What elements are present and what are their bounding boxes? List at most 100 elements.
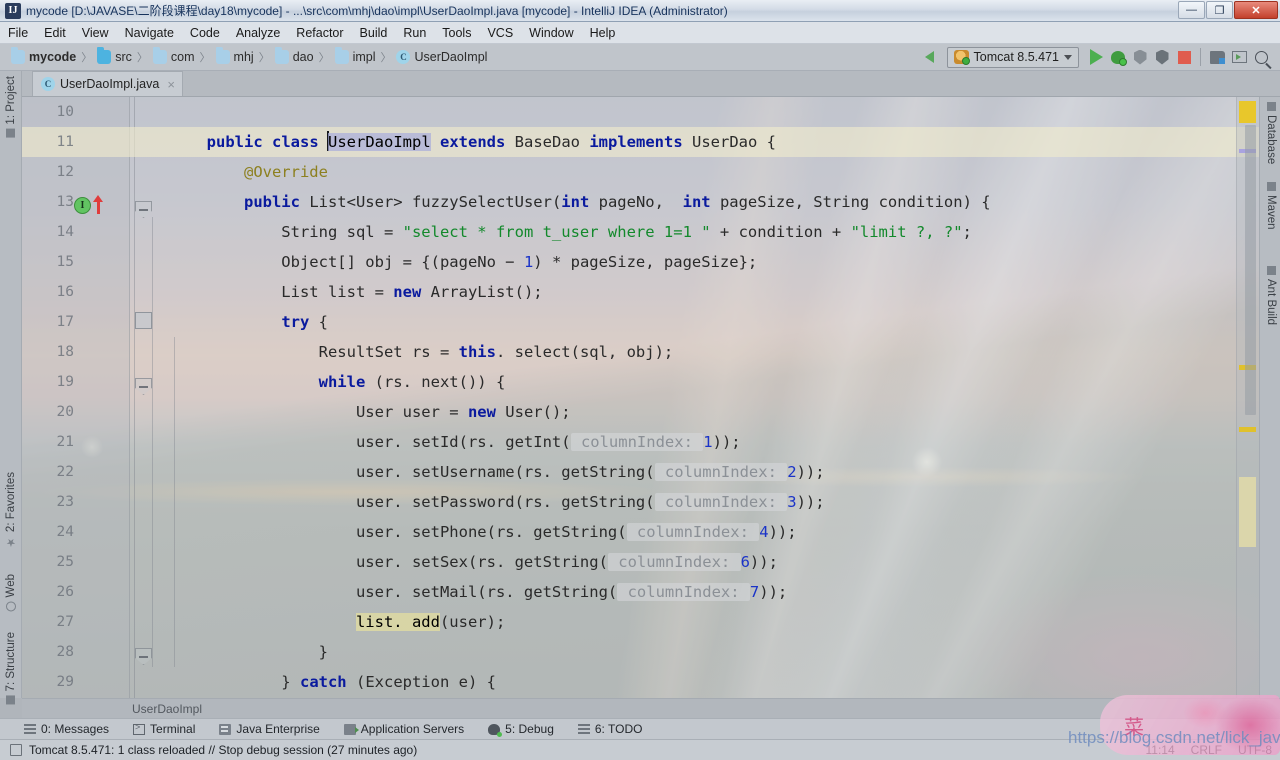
code-line[interactable]: 24 user. setPhone(rs. getString( columnI… [22, 517, 1259, 547]
tool-window-label: 5: Debug [505, 722, 554, 736]
editor-marker-bar[interactable] [1236, 97, 1259, 698]
notification-icon[interactable] [10, 744, 22, 756]
line-number: 26 [56, 584, 74, 600]
menu-code[interactable]: Code [182, 24, 228, 42]
tool-window-application-servers[interactable]: Application Servers [332, 722, 476, 736]
menu-navigate[interactable]: Navigate [117, 24, 182, 42]
tool-window-label: 0: Messages [41, 722, 110, 736]
warning-marker[interactable] [1239, 427, 1256, 432]
code-editor[interactable]: I 10 11 public class UserDaoImpl extends… [22, 97, 1259, 698]
run-configuration-selector[interactable]: Tomcat 8.5.471 [946, 46, 1079, 68]
folder-icon [215, 47, 230, 64]
encoding-indicator[interactable]: UTF-8 [1238, 743, 1272, 757]
editor-scrollbar-thumb[interactable] [1245, 125, 1256, 415]
code-line[interactable]: 27 list. add(user); [22, 607, 1259, 637]
window-controls: — ❐ ✕ [1178, 1, 1278, 19]
menu-edit[interactable]: Edit [36, 24, 74, 42]
sidebar-item-database[interactable]: Database [1260, 99, 1280, 167]
line-content: ResultSet rs = this. select(sql, obj); [132, 343, 674, 361]
code-line[interactable]: 20 User user = new User(); [22, 397, 1259, 427]
sidebar-item-maven[interactable]: Maven [1260, 179, 1280, 233]
caret-position-indicator[interactable]: 11:14 [1146, 743, 1175, 757]
code-line[interactable]: 12 @Override [22, 157, 1259, 187]
sidebar-item-label: Web [5, 574, 17, 598]
close-button[interactable]: ✕ [1234, 1, 1278, 19]
folder-icon [274, 47, 289, 64]
code-line[interactable]: 18 ResultSet rs = this. select(sql, obj)… [22, 337, 1259, 367]
sidebar-item-project[interactable]: 1: Project [0, 73, 22, 141]
menu-run[interactable]: Run [395, 24, 434, 42]
tab-userdaoimpl-java[interactable]: C UserDaoImpl.java × [32, 71, 183, 96]
breadcrumb-userdaoimpl[interactable]: C UserDaoImpl [393, 46, 490, 68]
sidebar-item-label: Ant Build [1265, 279, 1277, 326]
menu-tools[interactable]: Tools [434, 24, 479, 42]
breadcrumb-separator: 〉 [199, 52, 211, 64]
code-line[interactable]: 17 try { [22, 307, 1259, 337]
menu-view[interactable]: View [74, 24, 117, 42]
minimize-button[interactable]: — [1178, 1, 1205, 19]
app-icon: IJ [5, 2, 21, 19]
code-line[interactable]: 25 user. setSex(rs. getString( columnInd… [22, 547, 1259, 577]
code-line[interactable]: 13 public List<User> fuzzySelectUser(int… [22, 187, 1259, 217]
line-number: 18 [56, 344, 74, 360]
menu-analyze[interactable]: Analyze [228, 24, 288, 42]
tool-window-debug[interactable]: 5: Debug [476, 722, 566, 737]
code-line[interactable]: 21 user. setId(rs. getInt( columnIndex: … [22, 427, 1259, 457]
tool-window-java-enterprise[interactable]: Java Enterprise [207, 722, 331, 736]
editor-tab-bar: C UserDaoImpl.java × [22, 71, 1280, 97]
menu-help[interactable]: Help [582, 24, 624, 42]
tool-window-messages[interactable]: 0: Messages [12, 722, 121, 736]
tool-window-terminal[interactable]: Terminal [121, 722, 207, 736]
folder-icon [97, 47, 112, 64]
breadcrumb-impl[interactable]: impl [332, 46, 379, 68]
sidebar-item-favorites[interactable]: ★ 2: Favorites [0, 469, 22, 552]
run-with-coverage-icon[interactable] [1129, 46, 1151, 68]
sidebar-item-structure[interactable]: 7: Structure [0, 629, 22, 707]
stop-icon[interactable] [1173, 46, 1195, 68]
menu-vcs[interactable]: VCS [479, 24, 521, 42]
back-arrow-icon[interactable] [919, 46, 941, 68]
tab-label: UserDaoImpl.java [60, 77, 160, 91]
navigation-bar: mycode 〉 src 〉 com 〉 mhj 〉 dao 〉 impl 〉 [0, 44, 1280, 71]
code-line[interactable]: 22 user. setUsername(rs. getString( colu… [22, 457, 1259, 487]
menu-build[interactable]: Build [352, 24, 396, 42]
open-terminal-icon[interactable] [1228, 46, 1250, 68]
debug-icon[interactable] [1107, 46, 1129, 68]
close-icon[interactable]: × [167, 77, 175, 92]
code-line[interactable]: 26 user. setMail(rs. getString( columnIn… [22, 577, 1259, 607]
warning-marker[interactable] [1239, 101, 1256, 123]
maximize-button[interactable]: ❐ [1206, 1, 1233, 19]
status-message-group[interactable]: Tomcat 8.5.471: 1 class reloaded // Stop… [0, 743, 417, 757]
line-content: User user = new User(); [132, 403, 571, 421]
menu-window[interactable]: Window [521, 24, 581, 42]
code-line[interactable]: 14 String sql = "select * from t_user wh… [22, 217, 1259, 247]
code-line[interactable]: 16 List list = new ArrayList(); [22, 277, 1259, 307]
search-everywhere-icon[interactable] [1250, 46, 1272, 68]
terminal-icon [133, 722, 146, 735]
breadcrumb-dao[interactable]: dao [272, 46, 317, 68]
code-line[interactable]: 19 while (rs. next()) { [22, 367, 1259, 397]
line-content: public class UserDaoImpl extends BaseDao… [206, 131, 776, 151]
code-line[interactable]: 15 Object[] obj = {(pageNo − 1) * pageSi… [22, 247, 1259, 277]
restore-layout-icon[interactable] [1206, 46, 1228, 68]
code-line[interactable]: 23 user. setPassword(rs. getString( colu… [22, 487, 1259, 517]
profile-icon[interactable] [1151, 46, 1173, 68]
tool-window-label: Terminal [150, 722, 196, 736]
breadcrumb-mycode[interactable]: mycode [8, 46, 79, 68]
line-separator-indicator[interactable]: CRLF [1191, 743, 1222, 757]
sidebar-item-ant-build[interactable]: Ant Build [1260, 263, 1280, 328]
breadcrumb-com[interactable]: com [150, 46, 198, 68]
code-line[interactable]: 11 public class UserDaoImpl extends Base… [22, 127, 1259, 157]
breadcrumb-mhj[interactable]: mhj [213, 46, 257, 68]
editor-breadcrumb[interactable]: UserDaoImpl [22, 698, 1280, 718]
code-line[interactable]: 29 } catch (Exception e) { [22, 667, 1259, 697]
menu-file[interactable]: File [0, 24, 36, 42]
code-line[interactable]: 10 [22, 97, 1259, 127]
menu-refactor[interactable]: Refactor [288, 24, 351, 42]
tool-window-todo[interactable]: 6: TODO [566, 722, 655, 736]
breadcrumb-src[interactable]: src [94, 46, 135, 68]
sidebar-item-web[interactable]: Web [0, 571, 22, 614]
code-line[interactable]: 28 } [22, 637, 1259, 667]
code-lines[interactable]: 10 11 public class UserDaoImpl extends B… [22, 97, 1259, 698]
run-icon[interactable] [1085, 46, 1107, 68]
